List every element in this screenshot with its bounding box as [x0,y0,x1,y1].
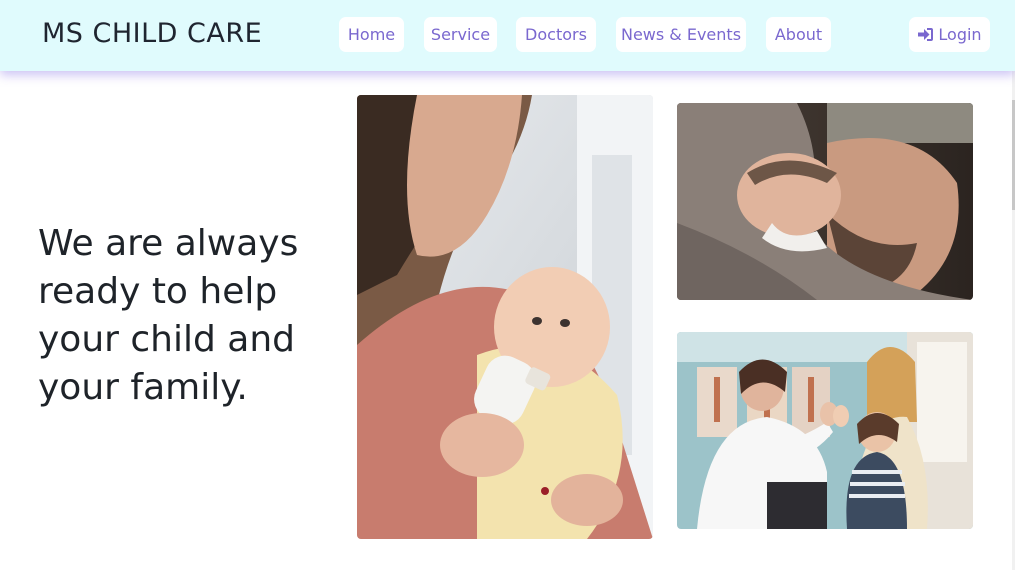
hero-headline: We are always ready to help your child a… [38,220,338,412]
login-label: Login [938,25,982,44]
hero-headline-line: your child and [38,319,296,360]
nav-link-doctors[interactable]: Doctors [516,17,596,52]
hero-headline-line: ready to help [38,271,278,312]
top-navbar: MS CHILD CARE Home Service Doctors News … [0,0,1015,71]
nav-link-service[interactable]: Service [424,17,497,52]
hero-headline-line: your family. [38,367,248,408]
nav-link-label: Doctors [525,25,587,44]
father-with-newborn-photo [677,103,973,300]
mother-feeding-baby-photo [357,95,653,539]
nav-link-news-events[interactable]: News & Events [616,17,746,52]
nav-link-label: About [774,25,823,44]
login-button[interactable]: Login [909,17,990,52]
brand-logo-text[interactable]: MS CHILD CARE [42,18,262,49]
nav-link-about[interactable]: About [766,17,831,52]
nav-link-label: News & Events [620,25,742,44]
nav-link-label: Home [347,25,396,44]
hero-headline-line: We are always [38,223,299,264]
doctor-high-five-child-photo [677,332,973,529]
nav-link-label: Service [430,25,491,44]
sign-in-icon [918,28,934,41]
nav-link-home[interactable]: Home [339,17,404,52]
